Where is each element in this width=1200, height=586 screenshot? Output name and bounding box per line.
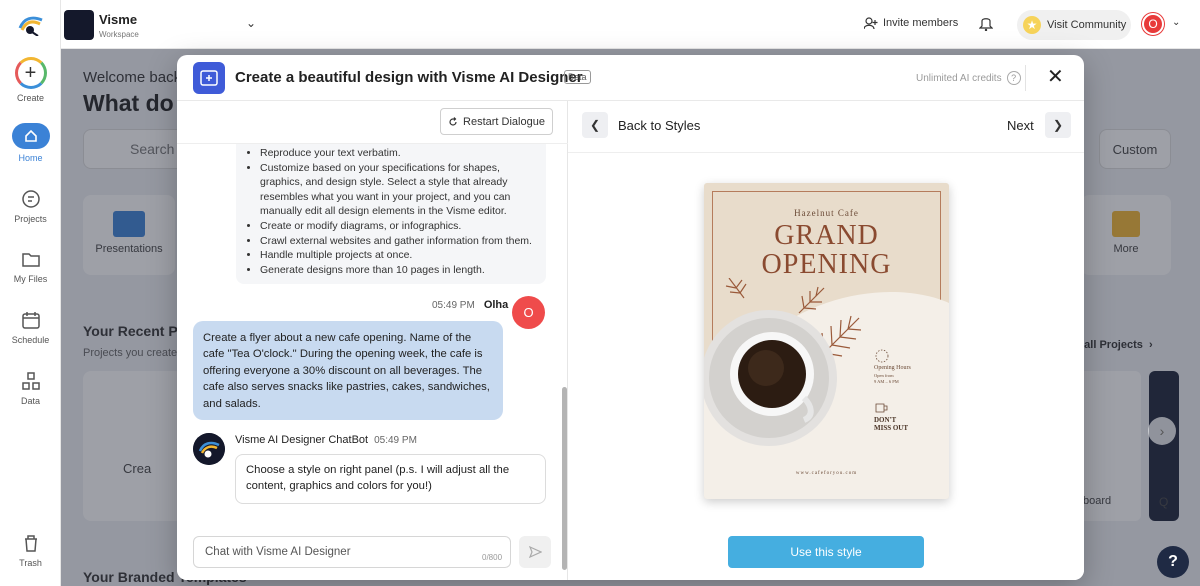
- star-icon: ★: [1023, 16, 1041, 34]
- bot-message-meta: Visme AI Designer ChatBot 05:49 PM: [235, 434, 417, 446]
- top-bar: Visme Workspace ⌄ Invite members ★ Visit…: [61, 0, 1200, 49]
- sidebar-item-label: Home: [18, 153, 43, 163]
- sidebar-item-home[interactable]: Home: [0, 123, 61, 163]
- sidebar-item-label: Data: [20, 396, 40, 406]
- close-icon[interactable]: ✕: [1047, 67, 1064, 87]
- chevron-down-icon[interactable]: ⌄: [1172, 17, 1180, 28]
- visit-community-label: Visit Community: [1047, 19, 1127, 31]
- list-item: Customize based on your specifications f…: [260, 161, 538, 219]
- message-time: 05:49 PM: [374, 435, 417, 446]
- sidebar-item-label: My Files: [13, 274, 48, 284]
- preview-panel: ❮ Back to Styles Next ❯ Hazelnut Cafe GR…: [568, 101, 1084, 580]
- chevron-left-icon[interactable]: ❮: [582, 112, 608, 138]
- sidebar-item-trash[interactable]: Trash: [0, 532, 61, 568]
- back-to-styles-link[interactable]: Back to Styles: [618, 118, 700, 133]
- restart-label: Restart Dialogue: [463, 115, 545, 128]
- data-icon: [21, 372, 40, 390]
- chat-panel: Restart Dialogue Reproduce your text ver…: [177, 101, 568, 580]
- chatbot-avatar-icon: [193, 433, 225, 465]
- flyer-headline: GRAND OPENING: [704, 221, 949, 279]
- sidebar-item-data[interactable]: Data: [0, 370, 61, 406]
- divider: [1025, 65, 1026, 91]
- plus-icon: +: [14, 57, 47, 89]
- add-user-icon: [864, 17, 878, 29]
- chat-input[interactable]: Chat with Visme AI Designer: [193, 536, 511, 568]
- projects-icon: [21, 190, 40, 208]
- workspace-avatar[interactable]: [64, 10, 94, 40]
- message-author: Visme AI Designer ChatBot: [235, 434, 369, 446]
- restart-dialogue-button[interactable]: Restart Dialogue: [440, 108, 553, 135]
- list-item: Create or modify diagrams, or infographi…: [260, 219, 538, 234]
- send-icon: [528, 546, 542, 558]
- avatar: O: [512, 296, 545, 329]
- beta-badge: Beta: [564, 70, 591, 84]
- ai-designer-icon: [193, 62, 225, 94]
- credits-label: Unlimited AI credits: [916, 72, 1002, 84]
- sidebar-item-label: Trash: [19, 558, 42, 568]
- workspace-name[interactable]: Visme: [99, 12, 137, 27]
- flyer-dont-miss-out: DON'T MISS OUT: [874, 416, 908, 432]
- flyer-url: www.cafeforyou.com: [795, 471, 858, 476]
- bot-message-bubble: Choose a style on right panel (p.s. I wi…: [235, 454, 546, 504]
- flyer-cafe-name: Hazelnut Cafe: [794, 208, 859, 218]
- list-item: Reproduce your text verbatim.: [260, 146, 538, 161]
- flyer-artwork: [704, 278, 949, 499]
- preview-header: ❮ Back to Styles Next ❯: [568, 101, 1084, 153]
- sidebar-item-label: Projects: [14, 214, 47, 224]
- flyer-headline-line: OPENING: [761, 249, 892, 280]
- calendar-icon: [21, 312, 40, 329]
- list-item: Crawl external websites and gather infor…: [260, 234, 538, 249]
- capabilities-box: Reproduce your text verbatim. Customize …: [236, 144, 546, 284]
- visme-logo-icon[interactable]: [18, 14, 44, 36]
- next-link[interactable]: Next: [1007, 118, 1034, 133]
- home-icon: [11, 123, 50, 149]
- list-item: Generate designs more than 10 pages in l…: [260, 263, 538, 278]
- message-time: 05:49 PM: [432, 300, 475, 311]
- scrollbar[interactable]: [562, 387, 567, 570]
- avatar[interactable]: O: [1142, 13, 1164, 35]
- flyer-hours-title: Opening Hours: [874, 365, 911, 371]
- sidebar-item-schedule[interactable]: Schedule: [0, 309, 61, 345]
- sidebar-item-my-files[interactable]: My Files: [0, 248, 61, 284]
- sidebar-item-create[interactable]: + Create: [0, 57, 61, 103]
- left-rail: + Create Home Projects My Files Schedule…: [0, 0, 61, 586]
- bell-icon[interactable]: [979, 15, 993, 31]
- flyer-dmo-line: DON'T: [874, 416, 897, 424]
- modal-header: Create a beautiful design with Visme AI …: [177, 55, 1084, 101]
- visit-community-button[interactable]: ★ Visit Community: [1017, 10, 1131, 40]
- invite-members-button[interactable]: Invite members: [864, 17, 958, 29]
- ai-credits: Unlimited AI credits ?: [916, 71, 1021, 85]
- sidebar-item-label: Create: [16, 93, 44, 103]
- list-item: Handle multiple projects at once.: [260, 248, 538, 263]
- trash-icon: [24, 535, 37, 552]
- ai-designer-modal: Create a beautiful design with Visme AI …: [177, 55, 1084, 580]
- refresh-icon: [449, 116, 457, 126]
- help-button[interactable]: ?: [1157, 546, 1189, 578]
- char-counter: 0/800: [482, 553, 503, 562]
- sidebar-item-projects[interactable]: Projects: [0, 188, 61, 224]
- chevron-right-icon[interactable]: ›: [1148, 417, 1176, 445]
- modal-title: Create a beautiful design with Visme AI …: [235, 69, 583, 86]
- flyer-headline-line: GRAND: [774, 220, 879, 251]
- flyer-dmo-line: MISS OUT: [874, 424, 909, 432]
- use-this-style-button[interactable]: Use this style: [728, 536, 924, 568]
- flyer-preview[interactable]: Hazelnut Cafe GRAND OPENING Opening Hour…: [704, 183, 949, 499]
- sidebar-item-label: Schedule: [11, 335, 50, 345]
- chevron-right-icon[interactable]: ❯: [1045, 112, 1071, 138]
- help-circle-icon[interactable]: ?: [1006, 71, 1021, 85]
- folder-icon: [21, 253, 40, 267]
- workspace-sub: Workspace: [99, 30, 139, 39]
- user-message-bubble: Create a flyer about a new cafe opening.…: [193, 321, 503, 420]
- message-author: Olha: [483, 299, 509, 311]
- user-message-meta: 05:49 PM Olha: [432, 299, 508, 311]
- chevron-down-icon[interactable]: ⌄: [246, 16, 256, 30]
- invite-label: Invite members: [883, 17, 959, 29]
- flyer-hours-time: 9 AM – 6 PM: [874, 379, 899, 384]
- send-button[interactable]: [519, 536, 551, 568]
- flyer-hours: Opening Hours Open from 9 AM – 6 PM: [874, 365, 911, 385]
